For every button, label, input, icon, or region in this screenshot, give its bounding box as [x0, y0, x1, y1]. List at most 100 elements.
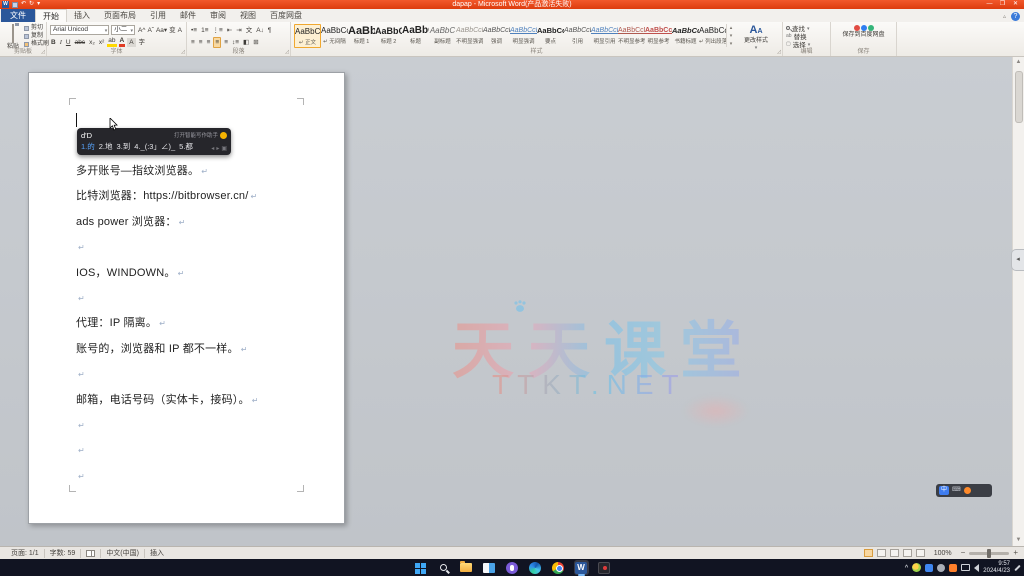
- tray-icon-volume[interactable]: [974, 564, 979, 572]
- taskbar-app-chrome[interactable]: [551, 560, 566, 575]
- paragraph-tool-bullets[interactable]: •≡: [190, 26, 198, 35]
- paragraph-tool-align-right[interactable]: ≡: [206, 38, 212, 47]
- paragraph-tool-shading[interactable]: ◧: [242, 38, 250, 47]
- view-draft-icon[interactable]: [916, 549, 925, 557]
- font-tool-char-border[interactable]: A: [177, 26, 183, 35]
- ime-menu-icon[interactable]: ▣: [221, 145, 227, 152]
- scrollbar-thumb[interactable]: [1015, 71, 1023, 123]
- scroll-up-icon[interactable]: ▲: [1013, 57, 1024, 68]
- tab[interactable]: 页面布局: [97, 9, 143, 22]
- style-intense-reference[interactable]: AaBbCcDd 明显参考: [645, 24, 672, 48]
- dialog-launcher-icon[interactable]: ◿: [41, 50, 45, 55]
- ime-candidate[interactable]: 5.都: [179, 141, 193, 152]
- style-no-spacing[interactable]: AaBbCcDd ↵ 无间隔: [321, 24, 348, 48]
- style-strong[interactable]: AaBbCcDd 要点: [537, 24, 564, 48]
- ime-assistant-link[interactable]: 打开智能写作助手: [174, 131, 227, 139]
- paragraph-tool-line-spacing[interactable]: ↕≡: [231, 38, 240, 47]
- text-line[interactable]: 账号的，浏览器和 IP 都不一样。: [76, 337, 330, 362]
- dialog-launcher-icon[interactable]: ◿: [181, 50, 185, 55]
- font-tool-phonetic-guide[interactable]: 变: [168, 26, 177, 35]
- text-line[interactable]: [76, 464, 330, 489]
- text-line[interactable]: [76, 413, 330, 438]
- taskbar-app-edge[interactable]: [528, 560, 543, 575]
- window-control-maximize[interactable]: ❐: [996, 0, 1009, 9]
- spellcheck-icon[interactable]: [86, 550, 95, 557]
- view-outline-icon[interactable]: [903, 549, 912, 557]
- font-tool-font-color[interactable]: A: [119, 38, 126, 47]
- help-icon[interactable]: ?: [1011, 12, 1020, 21]
- taskbar-app-recorder[interactable]: [597, 560, 612, 575]
- paste-button[interactable]: 粘贴: [4, 25, 22, 47]
- tray-icon-display[interactable]: [961, 564, 970, 571]
- font-size-combo[interactable]: 小二: [111, 25, 135, 35]
- dialog-launcher-icon[interactable]: ◿: [285, 50, 289, 55]
- paragraph-tool-align-left[interactable]: ≡: [190, 38, 196, 47]
- taskbar-app-window-app[interactable]: [482, 560, 497, 575]
- select-button[interactable]: ▢选择: [786, 40, 827, 48]
- zoom-slider-thumb[interactable]: [987, 549, 991, 558]
- next-page-icon[interactable]: ▸: [216, 145, 219, 152]
- zoom-out-icon[interactable]: −: [961, 549, 966, 557]
- style-title[interactable]: AaBbC 标题: [402, 24, 429, 48]
- tab[interactable]: 插入: [67, 9, 97, 22]
- style-book-title[interactable]: AaBbCcDo 书籍标题: [672, 24, 699, 48]
- ime-candidate[interactable]: 1.的: [81, 141, 95, 152]
- insert-mode[interactable]: 插入: [145, 548, 169, 558]
- paragraph-tool-justify[interactable]: ≡: [213, 37, 221, 48]
- tab[interactable]: 审阅: [203, 9, 233, 22]
- style-heading1[interactable]: AaBbC 标题 1: [348, 24, 375, 48]
- style-subtle-emphasis[interactable]: AaBbCcDd 不明显强调: [456, 24, 483, 48]
- style-heading2[interactable]: AaBbC 标题 2: [375, 24, 402, 48]
- paragraph-tool-multilevel-list[interactable]: ⋮≡: [212, 26, 224, 35]
- style-intense-quote[interactable]: AaBbCcDd 明显引用: [591, 24, 618, 48]
- text-line[interactable]: [76, 362, 330, 387]
- paragraph-tool-align-center[interactable]: ≡: [198, 38, 204, 47]
- tray-icon-utility[interactable]: [937, 564, 945, 572]
- font-tool-shrink-font[interactable]: Aˇ: [146, 26, 155, 35]
- font-tool-superscript[interactable]: x²: [98, 38, 105, 47]
- font-tool-underline[interactable]: U: [65, 38, 72, 47]
- font-tool-enclose-chars[interactable]: 字: [138, 38, 147, 47]
- text-line[interactable]: [76, 438, 330, 463]
- paragraph-tool-numbering[interactable]: 1≡: [200, 26, 209, 35]
- style-emphasis[interactable]: AaBbCcDd 强调: [483, 24, 510, 48]
- text-line[interactable]: 代理：IP 隔离。: [76, 311, 330, 336]
- taskbar-app-word[interactable]: W: [574, 560, 589, 575]
- zoom-in-icon[interactable]: +: [1013, 549, 1018, 557]
- scroll-down-icon[interactable]: ▼: [1013, 535, 1024, 546]
- style-normal[interactable]: AaBbCcDd ↵ 正文: [294, 24, 321, 48]
- tab-file[interactable]: 文件: [1, 9, 35, 22]
- text-line[interactable]: 比特浏览器：https://bitbrowser.cn/: [76, 184, 330, 209]
- page-indicator[interactable]: 页面: 1/1: [6, 548, 44, 558]
- save-to-baidu-button[interactable]: 保存到百度网盘: [834, 24, 893, 39]
- edge-collapse-arrow[interactable]: ◂: [1011, 249, 1024, 271]
- paragraph-tool-sort[interactable]: A↓: [255, 26, 265, 35]
- font-tool-bold[interactable]: B: [50, 38, 57, 47]
- font-tool-grow-font[interactable]: A^: [137, 26, 146, 35]
- sogou-paw-icon[interactable]: [964, 487, 971, 494]
- pen-icon[interactable]: [1014, 564, 1020, 570]
- taskbar-app-search[interactable]: [436, 560, 451, 575]
- style-subtitle[interactable]: AaBbC 副标题: [429, 24, 456, 48]
- vertical-scrollbar[interactable]: ▲ ▼: [1012, 57, 1024, 546]
- text-line[interactable]: [76, 235, 330, 260]
- taskbar-app-explorer[interactable]: [459, 560, 474, 575]
- text-line[interactable]: 多开账号—指纹浏览器。: [76, 159, 330, 184]
- paragraph-tool-asian-layout[interactable]: 文: [245, 26, 254, 35]
- tab[interactable]: 开始: [35, 9, 67, 22]
- tab[interactable]: 引用: [143, 9, 173, 22]
- view-print-layout-icon[interactable]: [864, 549, 873, 557]
- font-tool-italic[interactable]: I: [59, 38, 63, 47]
- style-subtle-reference[interactable]: AaBbCcDd 不明显参考: [618, 24, 645, 48]
- paragraph-tool-increase-indent[interactable]: ⇥: [235, 26, 242, 35]
- zoom-slider[interactable]: [969, 552, 1009, 555]
- dialog-launcher-icon[interactable]: ◿: [777, 50, 781, 55]
- tray-icon-security[interactable]: [912, 563, 921, 572]
- style-intense-emphasis[interactable]: AaBbCcDd 明显强调: [510, 24, 537, 48]
- language-indicator[interactable]: 中文(中国): [101, 548, 144, 558]
- text-line[interactable]: ads power 浏览器：: [76, 210, 330, 235]
- paragraph-tool-decrease-indent[interactable]: ⇤: [226, 26, 233, 35]
- zoom-level[interactable]: 100%: [929, 550, 957, 557]
- style-list-paragraph[interactable]: AaBbCcDd ↵ 列出段落: [699, 24, 726, 48]
- tray-icon-sogou-ime[interactable]: [949, 564, 957, 572]
